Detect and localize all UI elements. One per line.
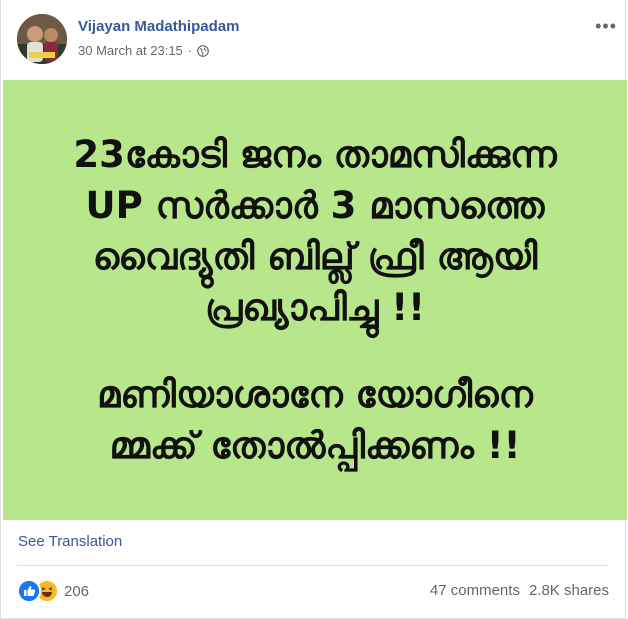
facebook-post: Vijayan Madathipadam 30 March at 23:15 ·… — [0, 0, 627, 619]
avatar-image — [17, 14, 67, 64]
image-text-line: മ്മക്ക് തോൽപ്പിക്കണം !! — [109, 424, 521, 467]
post-header: Vijayan Madathipadam 30 March at 23:15 ·… — [17, 14, 617, 66]
more-options-icon[interactable]: ••• — [595, 16, 617, 37]
image-text-line: മണിയാശാനേ യോഗീനെ — [97, 373, 533, 416]
post-timestamp[interactable]: 30 March at 23:15 — [78, 43, 183, 58]
see-translation-link[interactable]: See Translation — [18, 533, 122, 550]
post-image[interactable]: 23കോടി ജനം താമസിക്കുന്ന UP സർക്കാർ 3 മാസ… — [3, 80, 627, 520]
post-footer: 206 47 comments 2.8K shares — [17, 578, 609, 604]
author-name[interactable]: Vijayan Madathipadam — [78, 18, 239, 35]
globe-icon[interactable] — [197, 44, 210, 57]
post-meta: 30 March at 23:15 · — [78, 43, 210, 58]
reactions-summary[interactable]: 206 — [17, 579, 89, 603]
like-icon — [17, 579, 41, 603]
meta-separator: · — [187, 43, 193, 58]
shares-count-link[interactable]: 2.8K shares — [529, 582, 609, 599]
image-text-line: പ്രഖ്യാപിച്ചു !! — [204, 286, 426, 329]
reaction-count: 206 — [64, 582, 90, 600]
comments-count-link[interactable]: 47 comments — [430, 582, 520, 599]
image-text-line: 23കോടി ജനം താമസിക്കുന്ന — [73, 133, 557, 176]
divider — [17, 565, 609, 566]
avatar[interactable] — [17, 14, 67, 64]
engagement-stats: 47 comments 2.8K shares — [430, 582, 609, 599]
image-text-line: വൈദ്യുതി ബില്ല് ഫ്രീ ആയി — [92, 235, 538, 278]
image-text-line: UP സർക്കാർ 3 മാസത്തെ — [85, 184, 545, 227]
